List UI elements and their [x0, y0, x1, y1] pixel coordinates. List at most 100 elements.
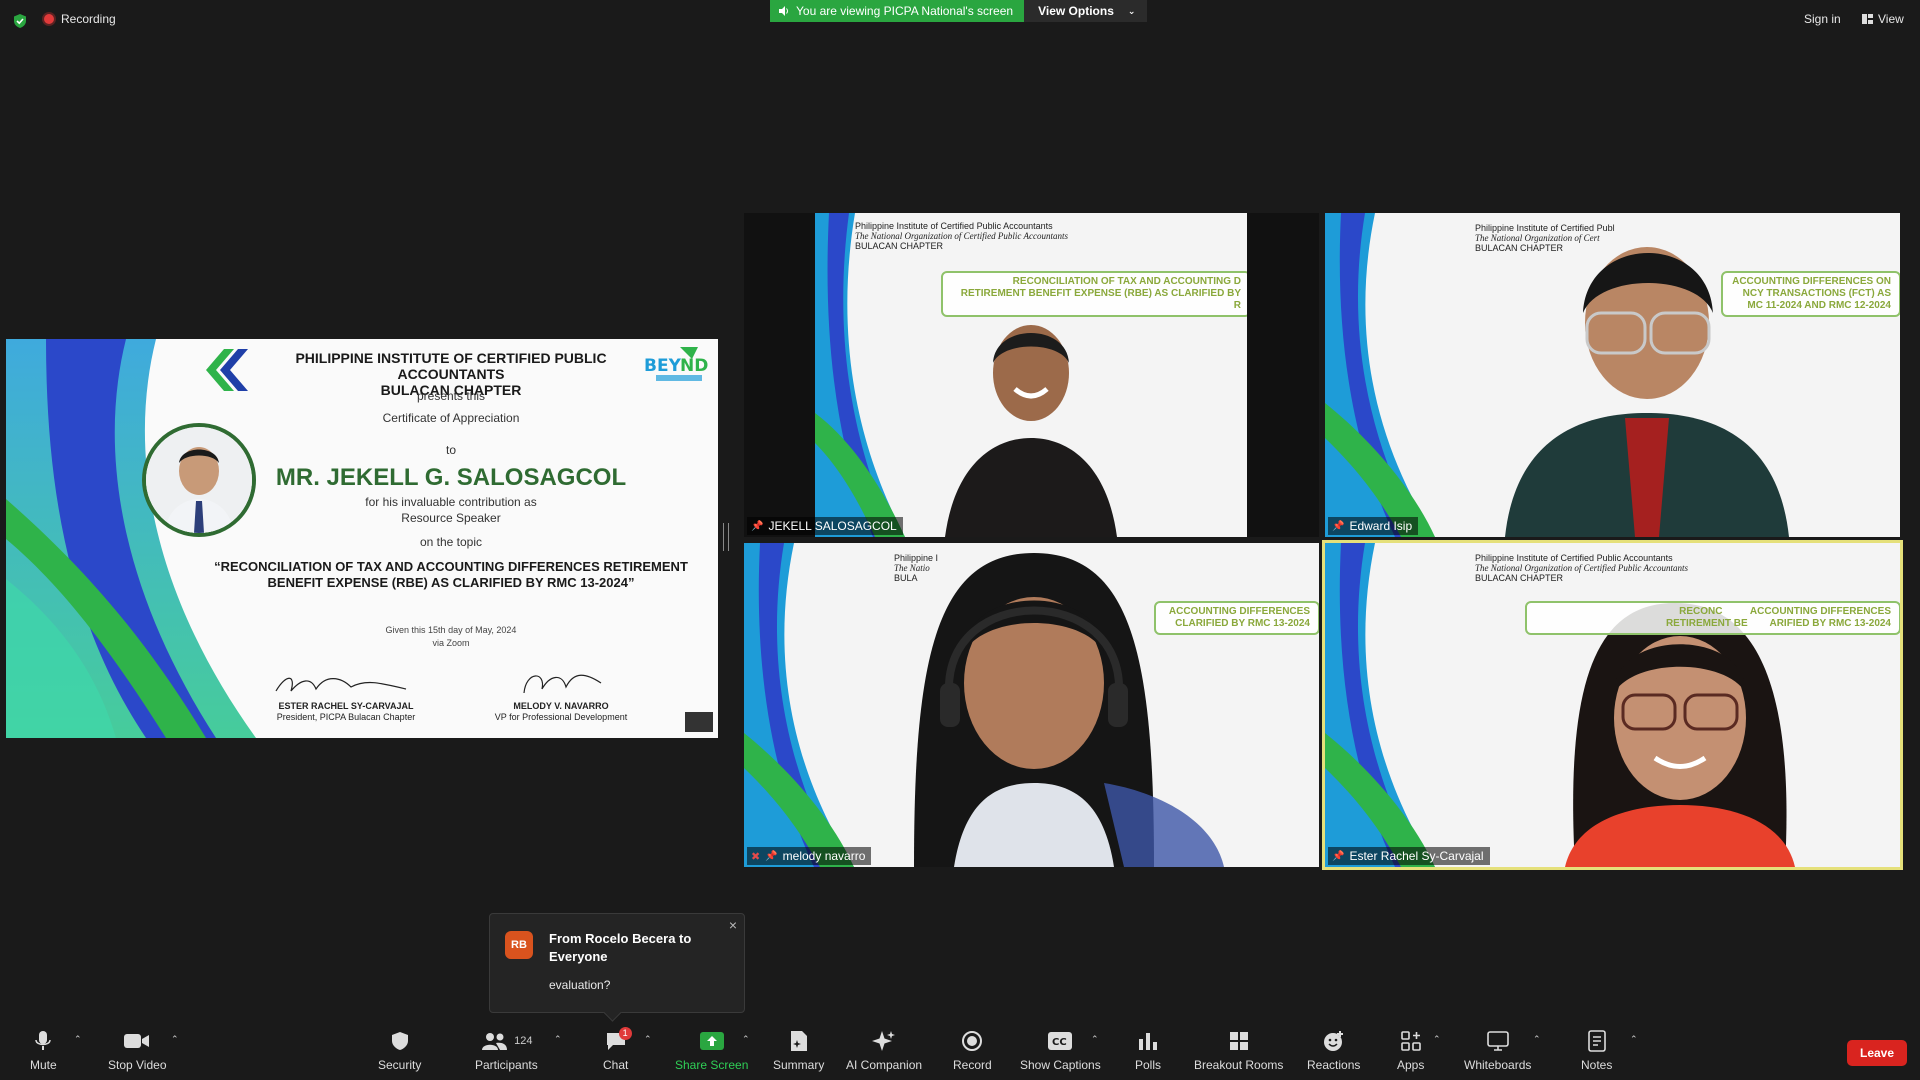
video-tile-jekell[interactable]: Philippine Institute of Certified Public…: [744, 213, 1319, 537]
view-button[interactable]: View: [1862, 12, 1904, 26]
whiteboards-options-caret-icon[interactable]: ⌃: [1533, 1034, 1541, 1045]
share-screen-icon: [699, 1032, 724, 1050]
breakout-rooms-button[interactable]: Breakout Rooms: [1194, 1030, 1283, 1072]
participant-name: Edward Isip: [1349, 519, 1413, 533]
topic-banner-line-3: MC 11-2024 AND RMC 12-2024: [1747, 300, 1891, 311]
mute-options-caret-icon[interactable]: ⌃: [74, 1034, 82, 1045]
virtual-background-wave: [1325, 543, 1795, 867]
video-tile-ester[interactable]: Philippine Institute of Certified Public…: [1322, 540, 1903, 870]
show-captions-label: Show Captions: [1020, 1058, 1101, 1072]
mute-label: Mute: [30, 1058, 57, 1072]
share-options-caret-icon[interactable]: ⌃: [742, 1034, 750, 1045]
view-options-label: View Options: [1038, 4, 1114, 18]
split-view-resize-handle[interactable]: [723, 523, 729, 551]
presenter-mini-thumbnail: [685, 712, 713, 732]
chat-sender: From Rocelo Becera to Everyone: [549, 931, 692, 964]
security-label: Security: [378, 1058, 422, 1072]
video-tile-melody[interactable]: Philippine I The Natio BULA ACCOUNTING D…: [744, 543, 1319, 867]
org-line-1: PHILIPPINE INSTITUTE OF CERTIFIED PUBLIC…: [295, 350, 607, 382]
picpa-header-line-1: Philippine Institute of Certified Public…: [855, 221, 1053, 231]
picpa-header: Philippine Institute of Certified Public…: [855, 221, 1068, 251]
presents-text: presents this: [416, 389, 486, 403]
polls-label: Polls: [1135, 1058, 1162, 1072]
ai-companion-button[interactable]: AI Companion: [846, 1030, 922, 1072]
mute-button[interactable]: Mute: [30, 1030, 57, 1072]
notes-button[interactable]: Notes: [1581, 1030, 1612, 1072]
video-tile-edward[interactable]: Philippine Institute of Certified Publ T…: [1325, 213, 1900, 537]
contribution-line-1: for his invaluable contribution as: [365, 495, 537, 509]
on-topic-text: on the topic: [419, 535, 483, 549]
participant-name: JEKELL SALOSAGCOL: [768, 519, 897, 533]
sign-in-button[interactable]: Sign in: [1804, 12, 1841, 26]
leave-button[interactable]: Leave: [1847, 1040, 1907, 1066]
picpa-header-line-2: The National Organization of Cert: [1475, 233, 1600, 243]
mic-muted-icon: ✖: [751, 850, 761, 863]
topic-banner-line-2: RETIREMENT BE ARIFIED BY RMC 13-2024: [1665, 618, 1891, 629]
chat-button[interactable]: 1 Chat: [603, 1027, 632, 1072]
whiteboards-label: Whiteboards: [1464, 1058, 1532, 1072]
picpa-header: Philippine I The Natio BULA: [894, 553, 938, 583]
view-layout-icon: [1862, 14, 1873, 24]
picpa-header-line-3: BULA: [894, 573, 918, 583]
record-button[interactable]: Record: [953, 1030, 992, 1072]
polls-button[interactable]: Polls: [1135, 1030, 1161, 1072]
whiteboards-button[interactable]: Whiteboards: [1464, 1030, 1531, 1072]
video-options-caret-icon[interactable]: ⌃: [171, 1034, 179, 1045]
share-screen-button[interactable]: Share Screen: [675, 1030, 748, 1072]
security-shield-icon[interactable]: [12, 13, 28, 29]
chat-message: evaluation?: [549, 978, 611, 992]
close-icon[interactable]: ×: [729, 917, 737, 933]
signatory-1: ESTER RACHEL SY-CARVAJAL President, PICP…: [246, 701, 446, 723]
participants-button[interactable]: 124 Participants: [475, 1030, 538, 1072]
security-button[interactable]: Security: [378, 1030, 421, 1072]
summary-icon: [790, 1031, 807, 1051]
participants-icon: [482, 1033, 508, 1050]
topic-banner-line-2: CLARIFIED BY RMC 13-2024: [1175, 618, 1310, 629]
recording-indicator[interactable]: Recording: [44, 12, 116, 26]
participant-name-label: 📌 Edward Isip: [1328, 517, 1419, 535]
notes-label: Notes: [1581, 1058, 1613, 1072]
summary-button[interactable]: Summary: [773, 1030, 824, 1072]
picpa-header-line-2: The Natio: [894, 563, 930, 573]
topic-line-1: “RECONCILIATION OF TAX AND ACCOUNTING DI…: [214, 559, 688, 574]
apps-button[interactable]: Apps: [1397, 1030, 1424, 1072]
topic-banner-line-1: ACCOUNTING DIFFERENCES: [1168, 606, 1310, 617]
participants-options-caret-icon[interactable]: ⌃: [554, 1034, 562, 1045]
captions-options-caret-icon[interactable]: ⌃: [1091, 1034, 1099, 1045]
chat-options-caret-icon[interactable]: ⌃: [644, 1034, 652, 1045]
video-camera-icon: [124, 1034, 150, 1048]
participant-name: melody navarro: [782, 849, 866, 863]
svg-text:BEY: BEY: [644, 356, 682, 376]
reactions-button[interactable]: Reactions: [1307, 1030, 1360, 1072]
stop-video-label: Stop Video: [108, 1058, 167, 1072]
record-label: Record: [953, 1058, 992, 1072]
topic-line-2: BENEFIT EXPENSE (RBE) AS CLARIFIED BY RM…: [267, 575, 635, 590]
picpa-header-line-1: Philippine Institute of Certified Publ: [1475, 223, 1615, 233]
chat-unread-badge: 1: [618, 1027, 632, 1040]
picpa-header: Philippine Institute of Certified Publ T…: [1475, 223, 1615, 253]
beyond-numbers-logo-icon: BEY ND: [644, 347, 708, 381]
smiley-plus-icon: [1323, 1031, 1343, 1051]
notes-options-caret-icon[interactable]: ⌃: [1630, 1034, 1638, 1045]
picpa-header-line-1: Philippine Institute of Certified Public…: [1475, 553, 1673, 563]
apps-options-caret-icon[interactable]: ⌃: [1433, 1034, 1441, 1045]
toast-pointer: [603, 1003, 622, 1022]
recipient-name: MR. JEKELL G. SALOSAGCOL: [275, 464, 627, 491]
record-icon: [962, 1031, 983, 1051]
shared-screen-certificate[interactable]: PHILIPPINE INSTITUTE OF CERTIFIED PUBLIC…: [6, 339, 718, 738]
view-options-button[interactable]: View Options ⌄: [1024, 0, 1148, 22]
signatory-1-title: President, PICPA Bulacan Chapter: [276, 712, 416, 722]
pin-icon: 📌: [751, 520, 764, 532]
stop-video-button[interactable]: Stop Video: [108, 1030, 167, 1072]
certificate-topic: “RECONCILIATION OF TAX AND ACCOUNTING DI…: [196, 559, 706, 591]
signature-2-icon: [523, 674, 602, 694]
contribution-line-2: Resource Speaker: [401, 511, 501, 525]
topic-banner-line-2: NCY TRANSACTIONS (FCT) AS: [1742, 288, 1891, 299]
participant-name-label: ✖ 📌 melody navarro: [747, 847, 872, 865]
show-captions-button[interactable]: CC Show Captions: [1020, 1030, 1101, 1072]
meeting-toolbar: Mute ⌃ Stop Video ⌃ Security 124 Partici…: [0, 1022, 1920, 1080]
pin-icon: 📌: [1332, 850, 1345, 862]
speaker-photo: [142, 423, 256, 537]
chat-notification[interactable]: RB From Rocelo Becera to Everyone evalua…: [489, 913, 745, 1022]
ai-companion-label: AI Companion: [846, 1058, 923, 1072]
